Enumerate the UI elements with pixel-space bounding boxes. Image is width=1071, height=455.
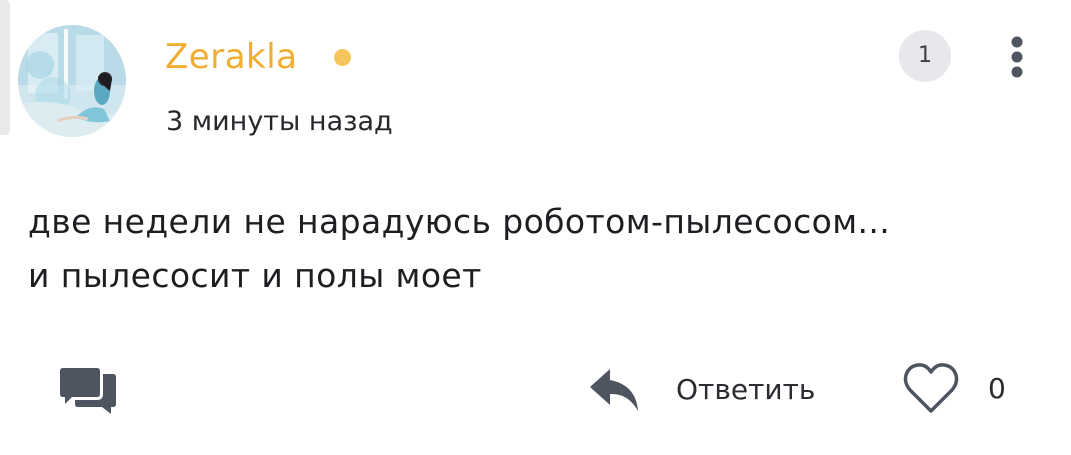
scrollbar-edge[interactable] xyxy=(0,0,10,135)
online-status-dot xyxy=(334,49,351,66)
chat-bubbles-icon xyxy=(59,366,116,414)
like-button[interactable] xyxy=(902,361,960,417)
heart-outline-icon xyxy=(903,363,959,413)
thread-button[interactable] xyxy=(57,364,119,416)
reply-label: Ответить xyxy=(676,373,816,406)
comment-body: две недели не нарадуюсь роботом-пылесосо… xyxy=(28,202,891,295)
like-count: 0 xyxy=(988,372,1006,405)
more-options-button[interactable] xyxy=(1002,35,1032,79)
author-name[interactable]: Zerakla xyxy=(165,36,298,78)
reply-button[interactable]: Ответить xyxy=(588,364,848,416)
vertical-dots-icon xyxy=(1011,36,1023,78)
comment-timestamp: 3 минуты назад xyxy=(166,106,393,137)
reply-arrow-icon xyxy=(590,369,638,411)
reply-count-badge[interactable]: 1 xyxy=(899,30,951,82)
avatar[interactable] xyxy=(18,25,126,137)
